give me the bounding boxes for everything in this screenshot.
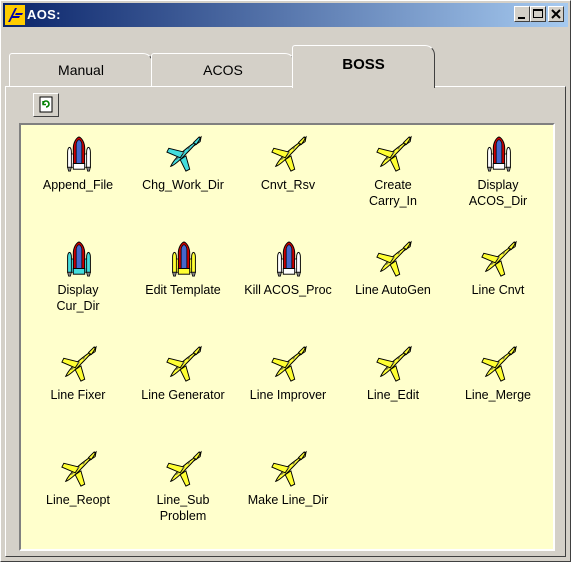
plane-icon: [375, 345, 413, 383]
item-label: Chg_Work_Dir: [142, 178, 224, 192]
desktop-item-line-generator[interactable]: Line Generator: [128, 339, 238, 431]
desktop-item-display-cur_dir[interactable]: Display Cur_Dir: [23, 234, 133, 326]
close-icon: [551, 9, 561, 19]
desktop-item-line_edit[interactable]: Line_Edit: [338, 339, 448, 431]
maximize-icon: [533, 9, 543, 18]
item-label: Line Fixer: [50, 388, 106, 402]
desktop-item-line_reopt[interactable]: Line_Reopt: [23, 444, 133, 536]
desktop-item-line-autogen[interactable]: Line AutoGen: [338, 234, 448, 326]
plane-icon: [270, 135, 308, 173]
desktop-item-line-fixer[interactable]: Line Fixer: [23, 339, 133, 431]
shuttle-icon: [165, 240, 203, 278]
plane-icon: [60, 450, 98, 488]
plane-icon: [270, 450, 308, 488]
item-label: Line AutoGen: [355, 283, 431, 297]
desktop-item-make-line_dir[interactable]: Make Line_Dir: [233, 444, 343, 536]
item-label: Kill ACOS_Proc: [244, 283, 332, 297]
item-label: Line Improver: [249, 388, 327, 402]
close-button[interactable]: [548, 6, 564, 22]
item-label: Line Generator: [141, 388, 225, 402]
desktop-item-chg_work_dir[interactable]: Chg_Work_Dir: [128, 129, 238, 221]
aos-window: AOS: Manual ACOS BOSS Append_File Chg_Wor…: [0, 0, 571, 562]
desktop-item-line_sub-problem[interactable]: Line_Sub Problem: [128, 444, 238, 536]
desktop-item-display-acos_dir[interactable]: Display ACOS_Dir: [443, 129, 553, 221]
desktop-item-line_merge[interactable]: Line_Merge: [443, 339, 553, 431]
item-label: Line_Reopt: [46, 493, 110, 507]
item-label: Edit Template: [145, 283, 221, 297]
plane-icon: [375, 135, 413, 173]
plane-icon: [480, 345, 518, 383]
tab-manual[interactable]: Manual: [9, 53, 153, 87]
desktop-item-append_file[interactable]: Append_File: [23, 129, 133, 221]
item-label: Line_Merge: [464, 388, 531, 402]
tab-boss[interactable]: BOSS: [292, 45, 435, 88]
tab-acos[interactable]: ACOS: [151, 53, 295, 87]
refresh-button[interactable]: [33, 93, 59, 117]
item-label: Line_Sub Problem: [156, 493, 210, 523]
item-label: Cnvt_Rsv: [260, 178, 316, 192]
refresh-icon: [39, 96, 53, 113]
desktop-item-line-cnvt[interactable]: Line Cnvt: [443, 234, 553, 326]
plane-icon: [165, 450, 203, 488]
icon-grid: Append_File Chg_Work_Dir Cnvt_Rsv Create Ca…: [19, 123, 555, 551]
desktop-item-kill-acos_proc[interactable]: Kill ACOS_Proc: [233, 234, 343, 326]
item-label: Display Cur_Dir: [56, 283, 100, 313]
minimize-icon: [518, 17, 525, 19]
shuttle-icon: [270, 240, 308, 278]
plane-icon: [165, 345, 203, 383]
desktop-item-create-carry_in[interactable]: Create Carry_In: [338, 129, 448, 221]
window-title: AOS:: [27, 7, 61, 22]
plane-icon: [165, 135, 203, 173]
tab-strip: Manual ACOS BOSS: [5, 45, 566, 88]
shuttle-icon: [60, 135, 98, 173]
shuttle-icon: [60, 240, 98, 278]
shuttle-icon: [480, 135, 518, 173]
title-bar[interactable]: AOS:: [3, 3, 568, 27]
item-label: Make Line_Dir: [247, 493, 329, 507]
plane-icon: [480, 240, 518, 278]
desktop-item-cnvt_rsv[interactable]: Cnvt_Rsv: [233, 129, 343, 221]
item-label: Display ACOS_Dir: [468, 178, 528, 208]
plane-icon: [60, 345, 98, 383]
item-label: Line_Edit: [366, 388, 420, 402]
maximize-button[interactable]: [530, 6, 546, 22]
desktop-item-edit-template[interactable]: Edit Template: [128, 234, 238, 326]
item-label: Append_File: [42, 178, 114, 192]
item-label: Create Carry_In: [369, 178, 417, 208]
app-logo-icon: [5, 5, 25, 25]
minimize-button[interactable]: [514, 6, 530, 22]
desktop-item-line-improver[interactable]: Line Improver: [233, 339, 343, 431]
item-label: Line Cnvt: [471, 283, 525, 297]
plane-icon: [375, 240, 413, 278]
plane-icon: [270, 345, 308, 383]
